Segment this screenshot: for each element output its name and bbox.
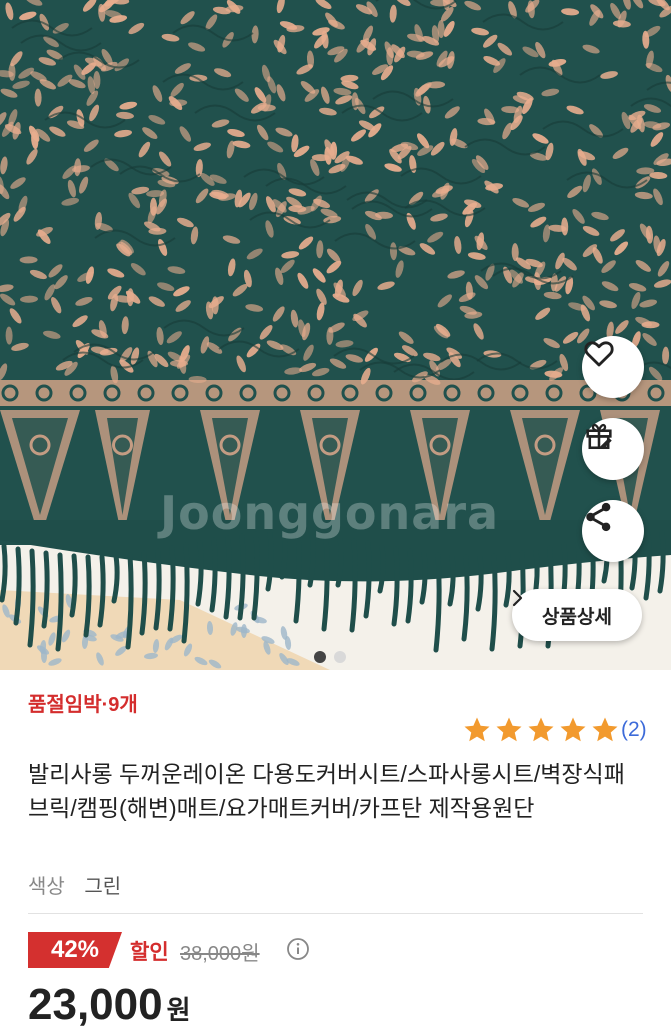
product-detail-label: 상품상세 [542, 606, 612, 628]
product-image-gallery[interactable]: Joonggonara 상품상세 [0, 0, 671, 670]
star-icon [528, 717, 554, 742]
wishlist-button[interactable] [582, 336, 644, 398]
sale-price: 23,000 원 [28, 980, 191, 1030]
option-label: 색상 [28, 876, 65, 898]
discount-label: 할인 [130, 941, 169, 964]
color-option: 색상 그린 [28, 870, 121, 899]
product-title: 발리사롱 두꺼운레이온 다용도커버시트/스파사롱시트/벽장식패브릭/캠핑(해변)… [28, 761, 625, 821]
original-price: 38,000원 [180, 943, 260, 965]
discount-badge: 42% [28, 932, 122, 968]
pagination-dot-active[interactable] [314, 651, 326, 663]
star-icon [592, 717, 618, 742]
price-info-button[interactable] [286, 937, 310, 965]
gift-button[interactable] [582, 418, 644, 480]
star-icon [496, 717, 522, 742]
gallery-pagination [314, 651, 346, 663]
option-value: 그린 [84, 876, 122, 898]
rating-stars[interactable] [462, 715, 620, 745]
heart-icon [584, 341, 614, 367]
star-icon [464, 717, 490, 742]
gift-icon [586, 423, 612, 450]
product-photo [0, 0, 671, 670]
sale-price-value: 23,000 [28, 980, 163, 1029]
review-count-link[interactable]: (2) [621, 718, 647, 742]
stock-status: 품절임박·9개 [28, 694, 138, 716]
info-icon [287, 938, 309, 960]
star-icon [560, 717, 586, 742]
product-detail-button[interactable]: 상품상세 [512, 589, 642, 641]
pagination-dot[interactable] [334, 651, 346, 663]
watermark: Joonggonara [160, 486, 500, 540]
price-unit: 원 [166, 995, 191, 1025]
share-icon [586, 502, 611, 532]
chevron-right-icon [512, 589, 523, 607]
divider [28, 913, 643, 914]
share-button[interactable] [582, 500, 644, 562]
